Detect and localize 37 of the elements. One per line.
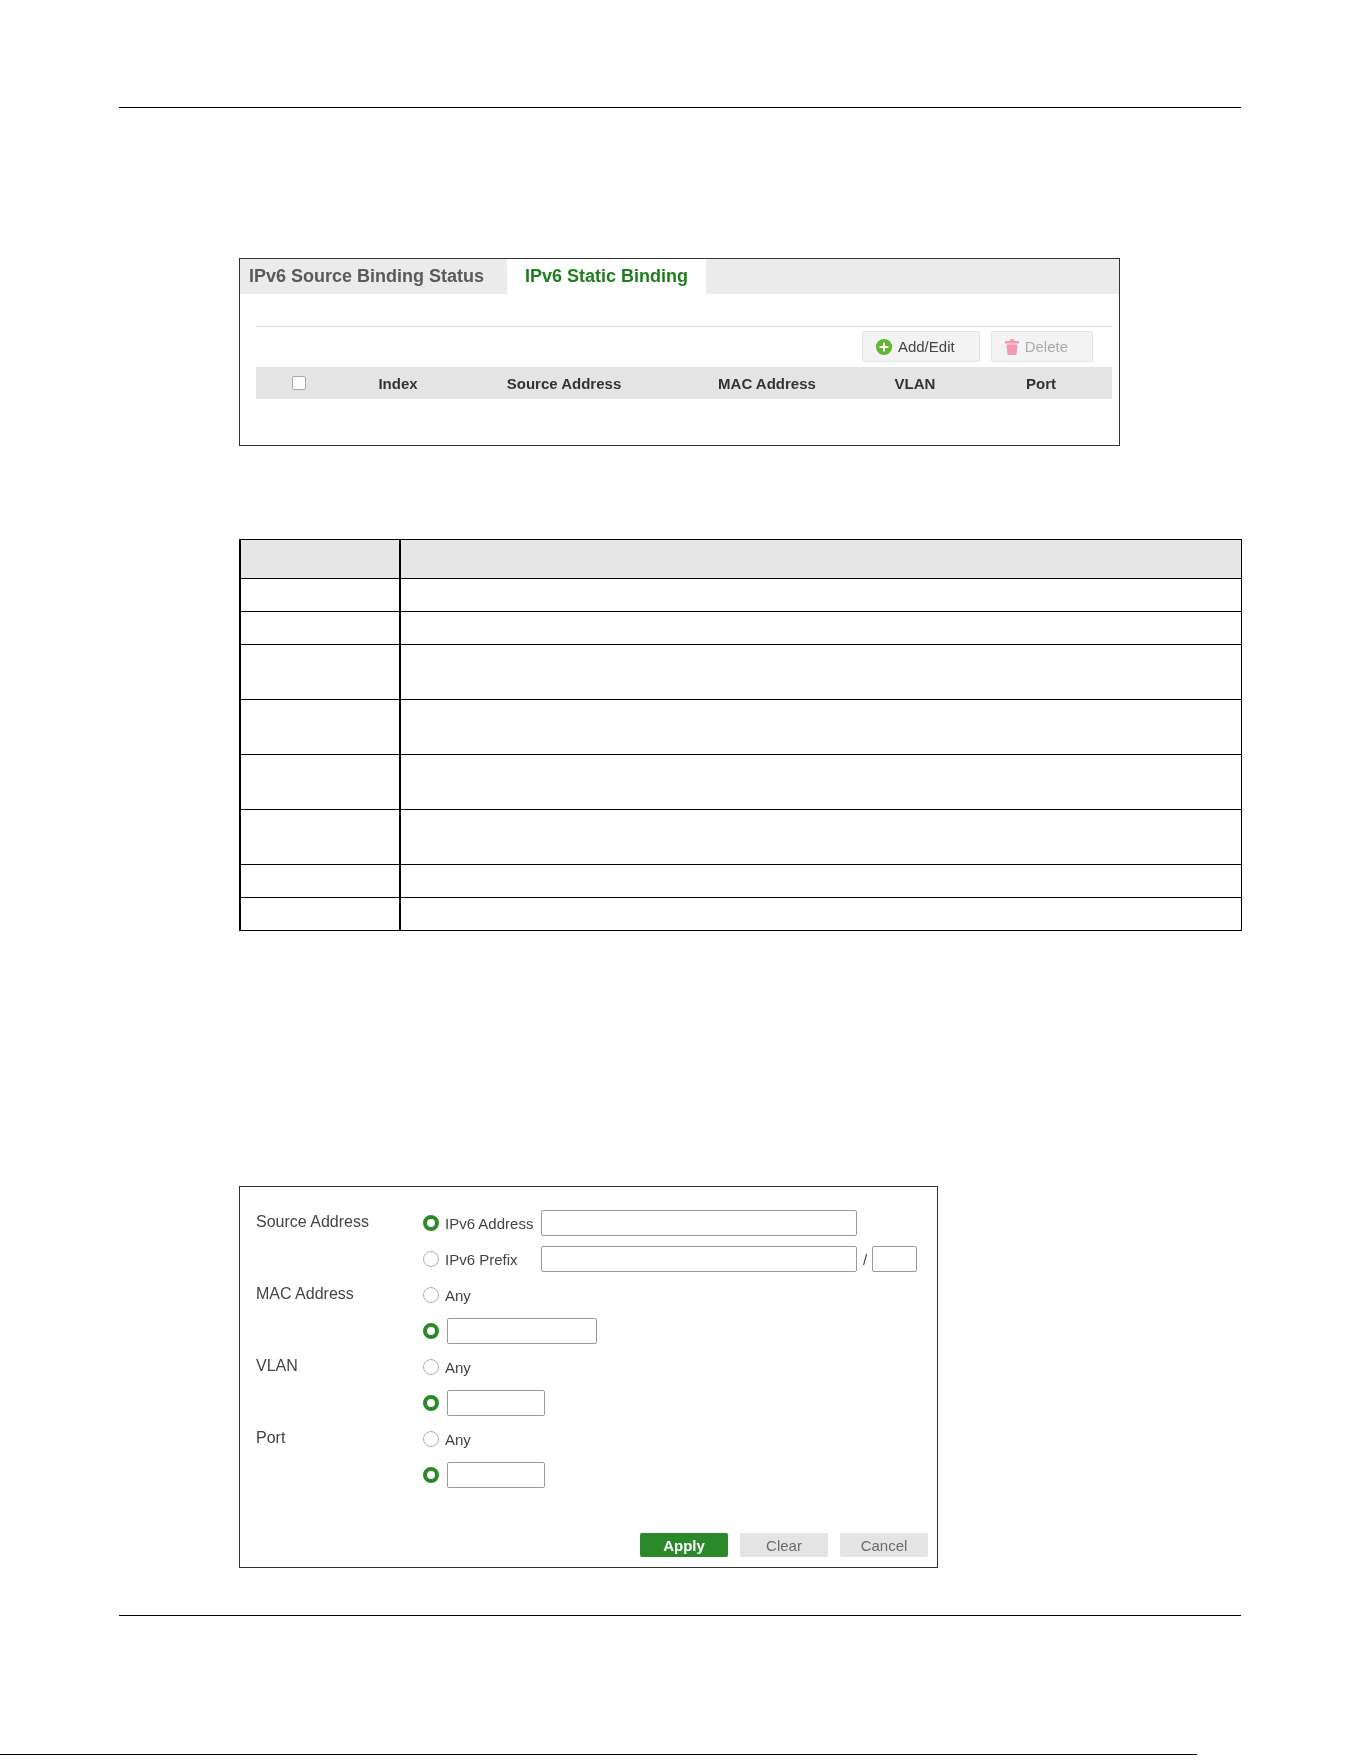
text-field[interactable] bbox=[872, 1246, 918, 1272]
text-field[interactable] bbox=[447, 1318, 597, 1344]
radio-button[interactable] bbox=[423, 1287, 439, 1303]
column-header: VLAN bbox=[894, 374, 936, 392]
apply-button[interactable]: Apply bbox=[640, 1533, 728, 1557]
option-label: Any bbox=[445, 1358, 471, 1376]
radio-button[interactable] bbox=[423, 1431, 439, 1447]
radio-button[interactable] bbox=[423, 1215, 439, 1231]
radio-button[interactable] bbox=[423, 1395, 439, 1411]
radio-button[interactable] bbox=[423, 1359, 439, 1375]
text-field[interactable] bbox=[541, 1246, 857, 1272]
add-edit-button[interactable]: Add/Edit bbox=[861, 331, 980, 362]
cancel-button[interactable]: Cancel bbox=[840, 1533, 928, 1557]
column-header: Port bbox=[1026, 374, 1056, 392]
radio-button[interactable] bbox=[423, 1251, 439, 1267]
text-field[interactable] bbox=[447, 1462, 545, 1488]
column-header: MAC Address bbox=[718, 374, 816, 392]
radio-button[interactable] bbox=[423, 1467, 439, 1483]
field-label: Port bbox=[256, 1428, 286, 1448]
radio-button[interactable] bbox=[423, 1323, 439, 1339]
option-label: IPv6 Prefix bbox=[445, 1250, 519, 1268]
column-header: Index bbox=[378, 374, 418, 392]
option-label: IPv6 Address bbox=[445, 1214, 535, 1232]
option-label: Any bbox=[445, 1430, 471, 1448]
checkbox[interactable] bbox=[292, 376, 306, 390]
clear-button[interactable]: Clear bbox=[740, 1533, 828, 1557]
field-label: VLAN bbox=[256, 1356, 298, 1376]
field-label: Source Address bbox=[256, 1212, 369, 1232]
text-field[interactable] bbox=[447, 1390, 545, 1416]
plus-circle-icon bbox=[875, 338, 892, 355]
tab[interactable]: IPv6 Static Binding bbox=[507, 259, 707, 294]
slash-separator: / bbox=[863, 1250, 868, 1268]
text-field[interactable] bbox=[541, 1210, 857, 1236]
column-header: Source Address bbox=[506, 374, 622, 392]
trash-icon bbox=[1004, 338, 1019, 355]
option-label: Any bbox=[445, 1286, 471, 1304]
field-label: MAC Address bbox=[256, 1284, 354, 1304]
